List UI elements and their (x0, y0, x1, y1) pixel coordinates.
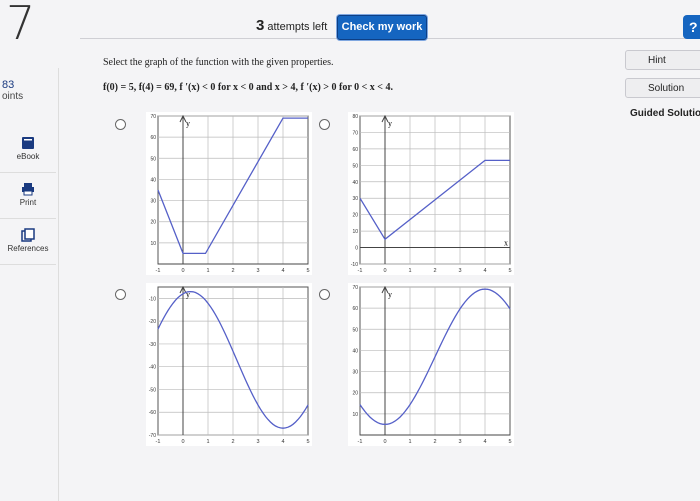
x-tick-label: 0 (383, 439, 386, 445)
x-tick-label: 4 (281, 439, 284, 445)
y-tick-label: 60 (352, 147, 358, 153)
x-tick-label: 5 (508, 268, 511, 274)
attempts-left: 3 attempts left (256, 17, 327, 34)
x-tick-label: 0 (383, 268, 386, 274)
option-d-radio[interactable] (319, 289, 330, 300)
question-prompt: Select the graph of the function with th… (103, 57, 334, 68)
y-tick-label: 60 (150, 135, 156, 141)
graph-d-svg: y 70 60 50 40 30 20 10 -1 0 1 2 3 4 5 (352, 285, 511, 445)
x-tick-label: 5 (508, 439, 511, 445)
y-tick-label: 30 (352, 370, 358, 376)
x-tick-label: 2 (433, 439, 436, 445)
x-tick-label: 3 (256, 439, 259, 445)
ebook-link[interactable]: eBook (0, 136, 56, 161)
y-tick-label: 10 (352, 229, 358, 235)
y-tick-label: 40 (352, 348, 358, 354)
y-tick-label: 20 (150, 220, 156, 226)
graph-b-svg: yx80706050403020100-10-1 0 1 2 3 4 5 (351, 114, 512, 274)
print-label: Print (19, 198, 37, 207)
x-tick-label: 0 (181, 439, 184, 445)
references-icon (21, 228, 35, 242)
y-tick-label: -30 (149, 342, 156, 348)
y-tick-label: 50 (352, 163, 358, 169)
y-tick-label: -20 (149, 319, 156, 325)
y-tick-label: 70 (352, 130, 358, 136)
x-tick-label: 3 (458, 439, 461, 445)
y-tick-label: 70 (150, 114, 156, 120)
guided-solution-link[interactable]: Guided Solutio (630, 108, 700, 119)
graph-option-a[interactable]: y 70 60 50 40 30 20 10 -1 0 1 2 3 4 5 (146, 112, 312, 275)
references-link[interactable]: References (0, 228, 56, 253)
y-tick-label: -50 (149, 387, 156, 393)
solution-button[interactable]: Solution (625, 78, 700, 98)
y-axis-label: y (388, 290, 392, 299)
option-a-radio[interactable] (115, 119, 126, 130)
ebook-label: eBook (16, 152, 40, 161)
y-tick-label: 20 (352, 213, 358, 219)
y-tick-label: -60 (149, 410, 156, 416)
graph-option-c[interactable]: y -10 -20 -30 -40 -50 -60 -70 -1 0 1 2 3 4 5 (146, 283, 312, 446)
points-label: oints (2, 91, 24, 102)
references-label: References (7, 244, 49, 253)
x-tick-label: 4 (281, 268, 284, 274)
y-tick-label: 50 (150, 156, 156, 162)
points-value: 83 (2, 79, 15, 91)
x-tick-label: 5 (306, 439, 309, 445)
graph-c-svg: y-10-20-30-40-50-60-70-1 0 1 2 3 4 5 (149, 285, 310, 445)
y-axis-label: y (186, 119, 190, 128)
graph-option-b[interactable]: y x 80 70 60 50 40 30 20 10 0 -10 -1 0 1 2 3 4 5 (348, 112, 514, 275)
y-axis-label: y (388, 119, 392, 128)
x-tick-label: 2 (231, 439, 234, 445)
y-tick-label: 10 (352, 412, 358, 418)
attempts-label: attempts left (267, 21, 328, 33)
x-tick-label: 3 (256, 268, 259, 274)
print-link[interactable]: Print (0, 182, 56, 207)
y-tick-label: 40 (352, 180, 358, 186)
x-tick-label: 2 (231, 268, 234, 274)
attempts-count: 3 (256, 17, 265, 34)
y-tick-label: 30 (150, 199, 156, 205)
y-tick-label: 0 (355, 246, 358, 252)
x-tick-label: 3 (458, 268, 461, 274)
x-tick-label: -1 (358, 268, 363, 274)
y-tick-label: 60 (352, 306, 358, 312)
x-tick-label: -1 (156, 268, 161, 274)
x-tick-label: 0 (181, 268, 184, 274)
points-display: 83 oints (2, 79, 24, 103)
x-tick-label: 2 (433, 268, 436, 274)
graph-a-svg: y 70 60 50 40 30 20 10 -1 0 1 2 3 4 5 (150, 114, 309, 274)
option-b-radio[interactable] (319, 119, 330, 130)
option-c-radio[interactable] (115, 289, 126, 300)
y-tick-label: -40 (149, 365, 156, 371)
book-icon (22, 137, 34, 149)
x-tick-label: 4 (483, 268, 486, 274)
x-tick-label: 1 (408, 268, 411, 274)
x-axis-label: x (504, 239, 508, 248)
x-tick-label: 4 (483, 439, 486, 445)
x-tick-label: 1 (206, 268, 209, 274)
y-tick-label: 50 (352, 327, 358, 333)
y-tick-label: 40 (150, 177, 156, 183)
y-tick-label: 10 (150, 241, 156, 247)
y-tick-label: 80 (352, 114, 358, 120)
printer-icon (22, 183, 34, 196)
y-tick-label: -10 (149, 296, 156, 302)
left-sidebar (0, 68, 59, 501)
x-tick-label: -1 (358, 439, 363, 445)
x-tick-label: 1 (206, 439, 209, 445)
y-tick-label: 20 (352, 391, 358, 397)
hint-button[interactable]: Hint (625, 50, 700, 70)
graph-option-d[interactable]: y 70 60 50 40 30 20 10 -1 0 1 2 3 4 5 (348, 283, 514, 446)
help-icon: ? (689, 19, 698, 35)
x-tick-label: 5 (306, 268, 309, 274)
x-tick-label: -1 (156, 439, 161, 445)
y-tick-label: 70 (352, 285, 358, 291)
check-my-work-button[interactable]: Check my work (337, 15, 427, 40)
help-button[interactable]: ? (683, 15, 700, 39)
question-number: 7 (6, 0, 36, 50)
y-tick-label: 30 (352, 196, 358, 202)
function-properties: f(0) = 5, f(4) = 69, f ′(x) < 0 for x < … (103, 82, 393, 93)
x-tick-label: 1 (408, 439, 411, 445)
